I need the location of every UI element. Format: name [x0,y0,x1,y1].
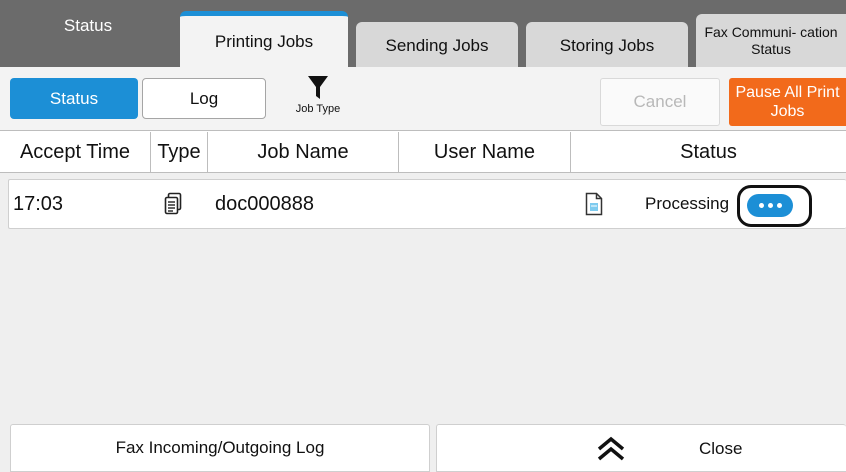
cancel-button[interactable]: Cancel [600,78,720,126]
dot-icon [767,203,773,208]
pause-all-print-jobs-button[interactable]: Pause All Print Jobs [729,78,846,126]
close-label: Close [699,439,743,458]
tab-bar: Status Printing Jobs Sending Jobs Storin… [0,0,846,67]
tab-sending-jobs[interactable]: Sending Jobs [356,22,518,67]
job-type-label: Job Type [295,103,341,115]
toolbar: Status Log Job Type Cancel Pause All Pri… [0,67,846,131]
tab-fax-communication-status[interactable]: Fax Communi- cation Status [696,14,846,67]
column-header-status[interactable]: Status [571,132,846,173]
column-header-accept-time[interactable]: Accept Time [0,132,151,173]
dot-icon [758,203,764,208]
tab-storing-jobs[interactable]: Storing Jobs [526,22,688,67]
double-chevron-up-icon [597,436,625,461]
log-button[interactable]: Log [142,78,266,119]
tab-printing-jobs[interactable]: Printing Jobs [180,11,348,67]
more-options-button[interactable] [747,194,793,217]
job-type-filter-button[interactable]: Job Type [286,75,350,127]
job-name-cell: doc000888 [215,192,314,215]
column-header-job-name[interactable]: Job Name [208,132,399,173]
tab-status[interactable]: Status [0,0,176,67]
table-row[interactable]: 17:03 doc000888 Processing [8,179,846,229]
status-cell: Processing [645,194,730,213]
footer-bar: Fax Incoming/Outgoing Log Close [0,420,846,472]
dot-icon [776,203,782,208]
copy-icon [163,180,185,228]
column-header-type[interactable]: Type [151,132,208,173]
accept-time-cell: 17:03 [13,192,64,215]
table-header: Accept Time Type Job Name User Name Stat… [0,132,846,173]
column-header-user-name[interactable]: User Name [399,132,571,173]
close-button[interactable]: Close [436,424,846,472]
document-icon [585,180,607,228]
filter-icon [308,76,328,99]
fax-incoming-outgoing-log-button[interactable]: Fax Incoming/Outgoing Log [10,424,430,472]
job-list[interactable]: 17:03 doc000888 Processing [0,173,846,420]
status-button[interactable]: Status [10,78,138,119]
